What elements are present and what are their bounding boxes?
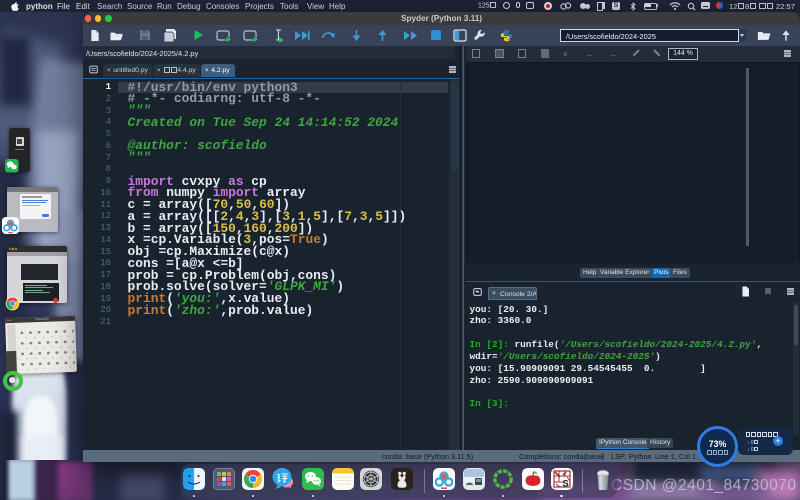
svg-text:S: S	[562, 478, 568, 489]
